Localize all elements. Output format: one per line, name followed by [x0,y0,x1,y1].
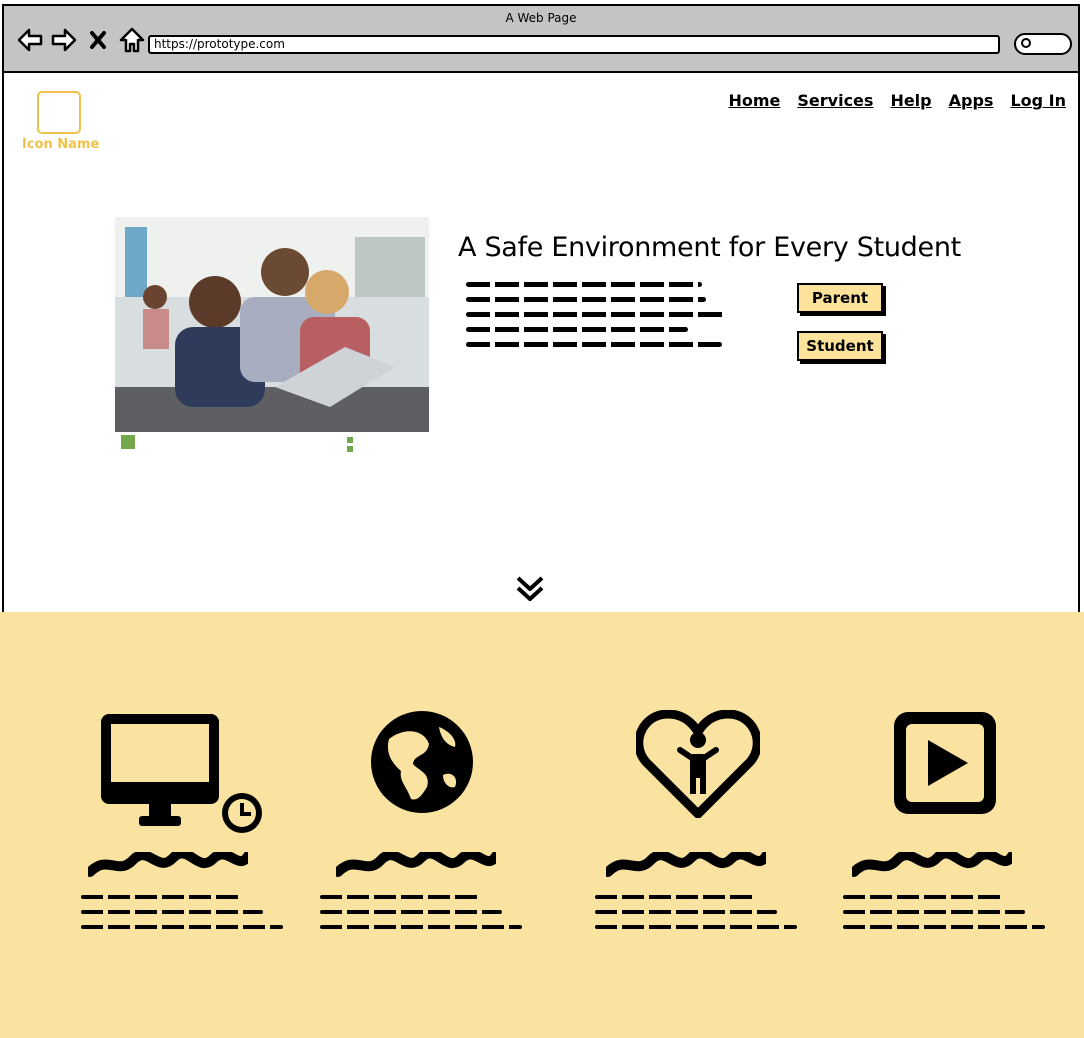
feature-text [81,895,286,940]
browser-chrome: A Web Page https://prototype.com [4,6,1078,73]
student-button[interactable]: Student [797,331,883,361]
nav-apps[interactable]: Apps [949,91,994,110]
feature-heading [85,848,253,877]
top-nav: Home Services Help Apps Log In [728,91,1066,110]
window-title: A Web Page [505,11,577,25]
feature-text [595,895,800,940]
browser-search[interactable] [1014,33,1072,55]
browser-nav [16,26,146,54]
features-section [0,612,1084,1038]
nav-services[interactable]: Services [797,91,873,110]
scroll-down-icon[interactable] [515,574,545,604]
feature-text [843,895,1048,940]
url-input[interactable]: https://prototype.com [148,35,1000,54]
nav-help[interactable]: Help [890,91,931,110]
forward-icon[interactable] [50,26,78,54]
feature-text [320,895,525,940]
home-icon[interactable] [118,26,146,54]
play-button-icon [892,710,998,820]
logo-placeholder[interactable] [37,91,81,134]
feature-heading [849,848,1017,877]
logo-label: Icon Name [22,137,100,152]
parent-button[interactable]: Parent [797,283,883,313]
globe-icon [369,709,475,819]
monitor-clock-icon [99,712,267,841]
nav-login[interactable]: Log In [1010,91,1066,110]
close-icon[interactable] [84,26,112,54]
search-icon [1021,38,1031,48]
feature-heading [603,848,771,877]
nav-home[interactable]: Home [728,91,780,110]
back-icon[interactable] [16,26,44,54]
hero-description [466,282,728,357]
hero-title: A Safe Environment for Every Student [458,232,961,263]
feature-heading [333,848,501,877]
hero-image [115,217,429,454]
heart-child-icon [634,709,762,822]
